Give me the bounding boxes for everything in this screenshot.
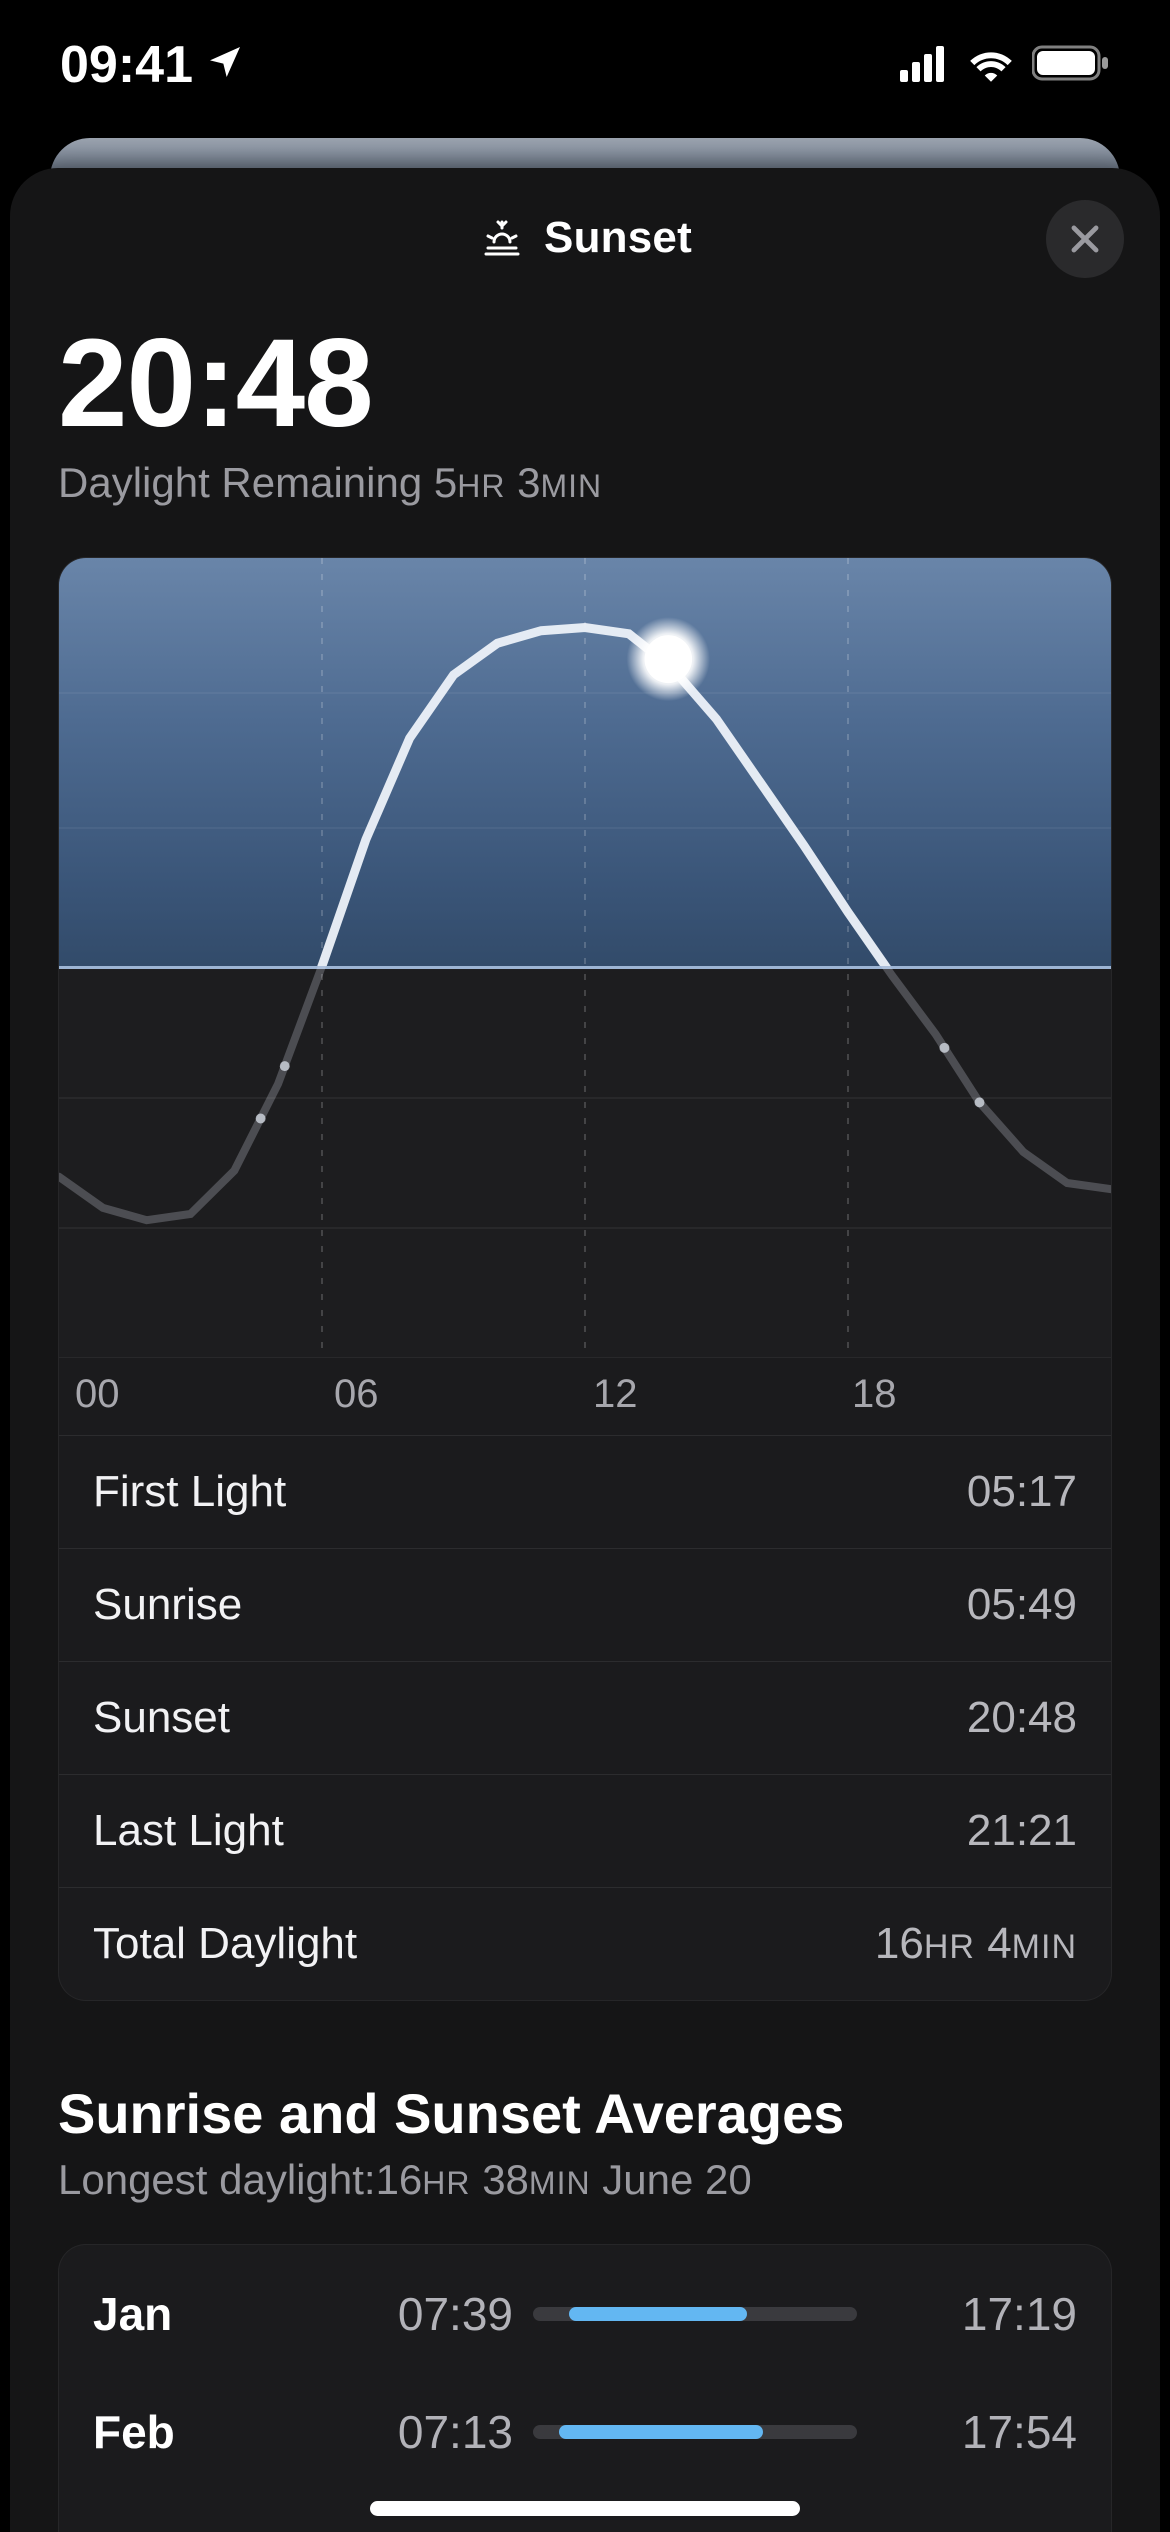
detail-label: Last Light — [93, 1806, 284, 1856]
detail-row-total-daylight: Total Daylight 16HR 4MIN — [59, 1887, 1111, 2000]
detail-value: 21:21 — [967, 1806, 1077, 1856]
sun-chart-card: 00 06 12 18 First Light 05:17 Sunrise 05… — [58, 557, 1112, 2001]
avg-month: Jan — [93, 2287, 293, 2341]
sunset-detail-sheet: Sunset 20:48 Daylight Remaining 5HR 3MIN — [10, 168, 1160, 2532]
sun-detail-rows: First Light 05:17 Sunrise 05:49 Sunset 2… — [59, 1435, 1111, 2000]
sheet-title-wrap: Sunset — [478, 212, 692, 265]
detail-value: 16HR 4MIN — [875, 1919, 1077, 1969]
x-tick-18: 18 — [852, 1372, 1111, 1417]
avg-sunset: 17:54 — [877, 2405, 1077, 2459]
close-icon — [1066, 220, 1104, 258]
avg-row-jan: Jan 07:39 17:19 — [59, 2255, 1111, 2373]
daylight-remaining: Daylight Remaining 5HR 3MIN — [58, 459, 1112, 507]
x-tick-12: 12 — [593, 1372, 852, 1417]
detail-row-sunset: Sunset 20:48 — [59, 1661, 1111, 1774]
detail-label: Sunrise — [93, 1580, 242, 1630]
detail-value: 20:48 — [967, 1693, 1077, 1743]
close-button[interactable] — [1046, 200, 1124, 278]
detail-value: 05:17 — [967, 1467, 1077, 1517]
avg-bar-fill — [569, 2307, 747, 2321]
sun-elevation-chart[interactable] — [59, 558, 1111, 1358]
avg-sunset: 17:19 — [877, 2287, 1077, 2341]
avg-bar-fill — [559, 2425, 763, 2439]
home-indicator[interactable] — [370, 2501, 800, 2516]
detail-row-sunrise: Sunrise 05:49 — [59, 1548, 1111, 1661]
avg-sunrise: 07:06 — [313, 2523, 513, 2532]
cellular-icon — [900, 35, 950, 95]
sheet-content[interactable]: 20:48 Daylight Remaining 5HR 3MIN — [10, 318, 1160, 2532]
x-tick-00: 00 — [75, 1372, 334, 1417]
location-arrow-icon — [205, 35, 245, 95]
detail-label: Total Daylight — [93, 1919, 357, 1969]
battery-icon — [1032, 35, 1110, 95]
chart-x-ticks: 00 06 12 18 — [59, 1358, 1111, 1435]
status-left: 09:41 — [60, 35, 245, 95]
averages-title: Sunrise and Sunset Averages — [58, 2081, 1112, 2146]
avg-sunrise: 07:39 — [313, 2287, 513, 2341]
avg-month: Feb — [93, 2405, 293, 2459]
detail-row-first-light: First Light 05:17 — [59, 1435, 1111, 1548]
status-time: 09:41 — [60, 35, 193, 95]
averages-subtitle: Longest daylight:16HR 38MIN June 20 — [58, 2156, 1112, 2204]
avg-month: Mar — [93, 2523, 293, 2532]
detail-label: First Light — [93, 1467, 286, 1517]
sheet-header: Sunset — [10, 168, 1160, 308]
status-right — [900, 35, 1110, 95]
averages-card: Jan 07:39 17:19 Feb 07:13 17:54 Mar 07:0… — [58, 2244, 1112, 2532]
sheet-title: Sunset — [544, 213, 692, 263]
avg-sunrise: 07:13 — [313, 2405, 513, 2459]
avg-sunset: 19:04 — [877, 2523, 1077, 2532]
sunset-icon — [478, 212, 526, 265]
detail-row-last-light: Last Light 21:21 — [59, 1774, 1111, 1887]
x-tick-06: 06 — [334, 1372, 593, 1417]
status-bar: 09:41 — [0, 0, 1170, 140]
avg-row-feb: Feb 07:13 17:54 — [59, 2373, 1111, 2491]
detail-label: Sunset — [93, 1693, 230, 1743]
avg-bar — [533, 2307, 857, 2321]
sunset-time-large: 20:48 — [58, 318, 1112, 449]
wifi-icon — [966, 35, 1016, 95]
avg-bar — [533, 2425, 857, 2439]
detail-value: 05:49 — [967, 1580, 1077, 1630]
